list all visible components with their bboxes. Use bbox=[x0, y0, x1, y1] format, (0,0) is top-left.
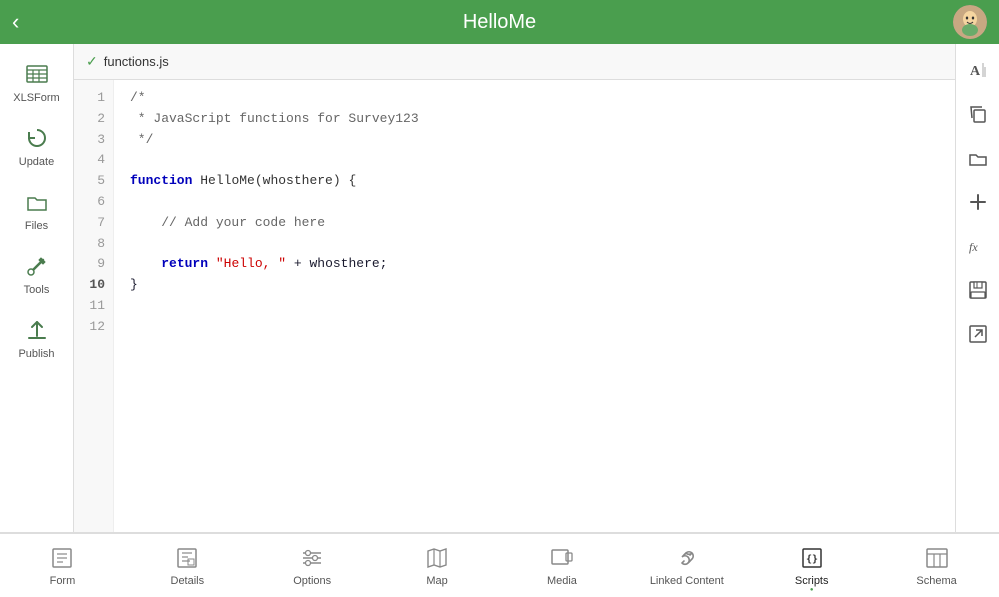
bottom-tab-bar: Form Details Options Map bbox=[0, 532, 999, 597]
code-editor[interactable]: 123456 78910 1112 /* * JavaScript functi… bbox=[74, 80, 955, 532]
sidebar-label-xlsform: XLSForm bbox=[13, 92, 59, 104]
tab-schema[interactable]: Schema bbox=[874, 534, 999, 597]
line-numbers: 123456 78910 1112 bbox=[74, 80, 114, 532]
svg-text:fx: fx bbox=[969, 240, 978, 254]
tab-label-details: Details bbox=[171, 575, 205, 587]
tab-linked-content[interactable]: Linked Content bbox=[624, 534, 749, 597]
sidebar-label-update: Update bbox=[19, 156, 54, 168]
sidebar-item-update[interactable]: Update bbox=[0, 116, 73, 176]
code-line-10: } bbox=[130, 275, 939, 296]
sidebar-label-tools: Tools bbox=[24, 284, 50, 296]
sidebar-item-publish[interactable]: Publish bbox=[0, 308, 73, 368]
tab-options[interactable]: Options bbox=[250, 534, 375, 597]
copy-button[interactable] bbox=[960, 96, 996, 132]
tab-label-map: Map bbox=[426, 575, 447, 587]
sidebar-item-tools[interactable]: Tools bbox=[0, 244, 73, 304]
add-button[interactable] bbox=[960, 184, 996, 220]
tab-media[interactable]: Media bbox=[500, 534, 625, 597]
open-folder-button[interactable] bbox=[960, 140, 996, 176]
code-line-9: return "Hello, " + whosthere; bbox=[130, 254, 939, 275]
tab-label-options: Options bbox=[293, 575, 331, 587]
app-title: HelloMe bbox=[463, 11, 536, 34]
code-line-1: /* bbox=[130, 88, 939, 109]
content-area: ✓ functions.js 123456 78910 1112 /* * Ja… bbox=[74, 44, 955, 532]
code-line-7: // Add your code here bbox=[130, 213, 939, 234]
sidebar-item-xlsform[interactable]: XLSForm bbox=[0, 52, 73, 112]
svg-text:{}: {} bbox=[806, 554, 818, 565]
file-check-icon: ✓ bbox=[86, 53, 98, 70]
code-line-5: function HelloMe(whosthere) { bbox=[130, 171, 939, 192]
code-line-6 bbox=[130, 192, 939, 213]
sidebar-label-files: Files bbox=[25, 220, 48, 232]
file-tab: ✓ functions.js bbox=[74, 44, 955, 80]
tab-form[interactable]: Form bbox=[0, 534, 125, 597]
code-content[interactable]: /* * JavaScript functions for Survey123 … bbox=[114, 80, 955, 532]
code-line-2: * JavaScript functions for Survey123 bbox=[130, 109, 939, 130]
tab-details[interactable]: Details bbox=[125, 534, 250, 597]
code-line-8 bbox=[130, 234, 939, 255]
right-sidebar: A fx bbox=[955, 44, 999, 532]
code-line-11 bbox=[130, 296, 939, 317]
tab-label-scripts: Scripts bbox=[795, 575, 829, 587]
tab-map[interactable]: Map bbox=[375, 534, 500, 597]
code-line-3: */ bbox=[130, 130, 939, 151]
file-tab-name: functions.js bbox=[104, 54, 169, 69]
fx-button[interactable]: fx bbox=[960, 228, 996, 264]
left-sidebar: XLSForm Update Files Tools bbox=[0, 44, 74, 532]
tab-label-schema: Schema bbox=[916, 575, 956, 587]
sidebar-label-publish: Publish bbox=[18, 348, 54, 360]
sidebar-item-files[interactable]: Files bbox=[0, 180, 73, 240]
main-layout: XLSForm Update Files Tools bbox=[0, 44, 999, 532]
tab-scripts[interactable]: {} Scripts bbox=[749, 534, 874, 597]
tab-label-form: Form bbox=[50, 575, 76, 587]
tab-label-linked-content: Linked Content bbox=[650, 575, 724, 587]
export-button[interactable] bbox=[960, 316, 996, 352]
code-line-12 bbox=[130, 317, 939, 338]
app-header: ‹ HelloMe bbox=[0, 0, 999, 44]
code-line-4 bbox=[130, 150, 939, 171]
tab-label-media: Media bbox=[547, 575, 577, 587]
avatar[interactable] bbox=[953, 5, 987, 39]
font-size-button[interactable]: A bbox=[960, 52, 996, 88]
back-button[interactable]: ‹ bbox=[12, 9, 19, 35]
save-button[interactable] bbox=[960, 272, 996, 308]
svg-text:A: A bbox=[970, 64, 981, 79]
